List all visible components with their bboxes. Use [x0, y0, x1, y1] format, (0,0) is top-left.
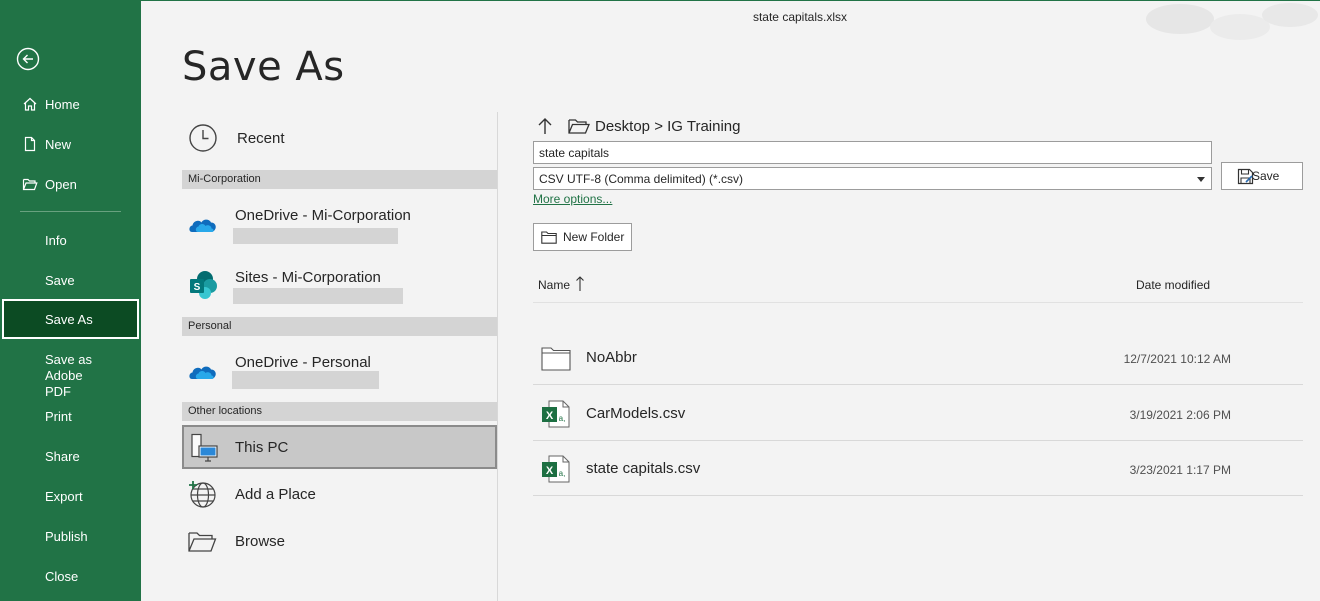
- nav-home-label: Home: [45, 96, 80, 112]
- column-header-date-modified[interactable]: Date modified: [1136, 278, 1210, 292]
- file-type-select[interactable]: CSV UTF-8 (Comma delimited) (*.csv): [533, 167, 1212, 190]
- nav-save-as[interactable]: Save As: [2, 299, 139, 339]
- file-date-modified: 3/23/2021 1:17 PM: [1129, 463, 1231, 477]
- file-date-modified: 12/7/2021 10:12 AM: [1123, 352, 1231, 366]
- file-date-modified: 3/19/2021 2:06 PM: [1129, 408, 1231, 422]
- svg-text:X: X: [546, 410, 554, 422]
- nav-divider: [20, 211, 121, 212]
- save-locations-list: Recent Mi-Corporation OneDrive - Mi-Corp…: [141, 112, 498, 601]
- location-onedrive-personal[interactable]: OneDrive - Personal: [182, 347, 497, 395]
- open-folder-icon: [22, 178, 38, 191]
- save-button[interactable]: Save: [1221, 162, 1303, 190]
- location-recent-label: Recent: [237, 129, 285, 147]
- new-folder-icon: [541, 231, 557, 244]
- nav-home[interactable]: Home: [2, 85, 139, 123]
- save-button-label: Save: [1252, 169, 1280, 183]
- file-row[interactable]: X a, CarModels.csv 3/19/2021 2:06 PM: [533, 386, 1303, 441]
- nav-info[interactable]: Info: [2, 221, 139, 259]
- file-name-input[interactable]: [533, 141, 1212, 164]
- location-add-a-place-label: Add a Place: [235, 485, 316, 503]
- nav-save-as-label: Save As: [45, 311, 93, 327]
- nav-share-label: Share: [45, 448, 80, 464]
- file-name: state capitals.csv: [586, 460, 701, 477]
- computer-icon: [191, 433, 218, 462]
- location-onedrive-personal-label: OneDrive - Personal: [235, 354, 371, 371]
- location-this-pc-label: This PC: [235, 438, 289, 456]
- nav-export-label: Export: [45, 488, 83, 504]
- sort-ascending-icon: [576, 276, 584, 291]
- nav-new-label: New: [45, 136, 72, 152]
- sharepoint-icon: S: [190, 271, 217, 299]
- file-name: NoAbbr: [586, 349, 637, 366]
- nav-share[interactable]: Share: [2, 437, 139, 475]
- location-onedrive-corporation-label: OneDrive - Mi-Corporation: [235, 207, 411, 224]
- folder-breadcrumb[interactable]: Desktop > IG Training: [595, 118, 741, 135]
- nav-publish-label: Publish: [45, 528, 88, 544]
- home-icon: [23, 97, 37, 111]
- up-one-level-icon[interactable]: [535, 116, 555, 136]
- location-recent[interactable]: Recent: [182, 117, 497, 159]
- nav-close[interactable]: Close: [2, 557, 139, 595]
- svg-text:S: S: [194, 282, 201, 293]
- location-browse[interactable]: Browse: [182, 520, 497, 562]
- nav-info-label: Info: [45, 232, 67, 248]
- column-header-name[interactable]: Name: [538, 278, 570, 292]
- new-document-icon: [24, 136, 36, 152]
- excel-csv-file-icon: X a,: [542, 400, 570, 428]
- ribbon-background-art: [1146, 3, 1318, 40]
- nav-save-label: Save: [45, 272, 75, 288]
- svg-text:a,: a,: [559, 414, 566, 423]
- nav-open[interactable]: Open: [2, 165, 139, 203]
- browse-folder-icon: [188, 532, 217, 552]
- svg-text:a,: a,: [559, 469, 566, 478]
- nav-save-as-adobe-pdf-label: Save as Adobe PDF: [45, 352, 92, 399]
- excel-csv-file-icon: X a,: [542, 455, 570, 483]
- nav-open-label: Open: [45, 176, 77, 192]
- chevron-down-icon: [1197, 177, 1205, 182]
- onedrive-cloud-icon: [189, 366, 216, 379]
- file-type-selected-value: CSV UTF-8 (Comma delimited) (*.csv): [539, 172, 744, 186]
- location-browse-label: Browse: [235, 532, 286, 550]
- nav-close-label: Close: [45, 568, 79, 584]
- location-add-a-place[interactable]: Add a Place: [182, 473, 497, 515]
- redacted-site-url: [233, 288, 403, 304]
- folder-icon: [541, 347, 571, 371]
- group-header-personal: Personal: [182, 317, 497, 336]
- backstage-sidebar: Home New Open Info Save Save As Save as …: [0, 0, 141, 601]
- nav-print-label: Print: [45, 408, 72, 424]
- nav-save[interactable]: Save: [2, 261, 139, 299]
- new-folder-button[interactable]: New Folder: [533, 223, 632, 251]
- page-title: Save As: [182, 44, 345, 90]
- location-onedrive-corporation[interactable]: OneDrive - Mi-Corporation: [182, 200, 497, 248]
- nav-export[interactable]: Export: [2, 477, 139, 515]
- svg-text:X: X: [546, 465, 554, 477]
- clock-icon: [189, 124, 217, 152]
- file-name: CarModels.csv: [586, 405, 686, 422]
- group-header-corporation: Mi-Corporation: [182, 170, 497, 189]
- document-title: state capitals.xlsx: [752, 10, 848, 24]
- location-sites-corporation[interactable]: S Sites - Mi-Corporation: [182, 262, 497, 310]
- location-this-pc[interactable]: This PC: [182, 425, 497, 469]
- nav-new[interactable]: New: [2, 125, 139, 163]
- globe-add-icon: [189, 481, 216, 508]
- nav-save-as-adobe-pdf[interactable]: Save as Adobe PDF: [2, 349, 112, 399]
- group-header-other-locations: Other locations: [182, 402, 497, 421]
- file-row[interactable]: X a, state capitals.csv 3/23/2021 1:17 P…: [533, 441, 1303, 496]
- location-sites-corporation-label: Sites - Mi-Corporation: [235, 269, 381, 286]
- new-folder-button-label: New Folder: [563, 230, 625, 244]
- nav-publish[interactable]: Publish: [2, 517, 139, 555]
- redacted-account-email: [233, 228, 398, 244]
- folder-icon: [568, 119, 590, 134]
- nav-print[interactable]: Print: [2, 397, 139, 435]
- more-options-link[interactable]: More options...: [533, 192, 612, 206]
- file-row[interactable]: NoAbbr 12/7/2021 10:12 AM: [533, 330, 1303, 385]
- onedrive-cloud-icon: [189, 219, 216, 232]
- header-divider: [533, 302, 1303, 303]
- save-disk-icon: [1237, 168, 1254, 185]
- back-arrow-icon[interactable]: [16, 47, 40, 71]
- column-divider: [497, 112, 498, 601]
- redacted-personal-email: [232, 371, 379, 389]
